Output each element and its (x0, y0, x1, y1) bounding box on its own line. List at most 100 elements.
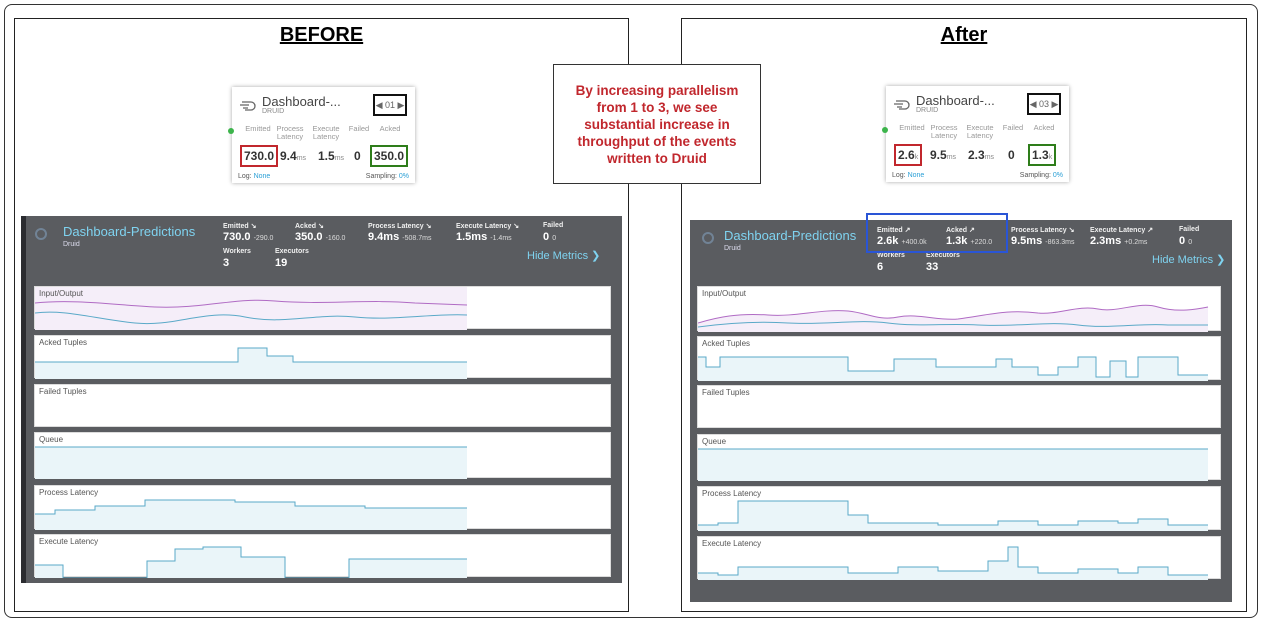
annotation-callout: By increasing parallelism from 1 to 3, w… (553, 64, 761, 184)
chart-label: Process Latency (702, 489, 762, 498)
metric-emitted-label: Emitted ↘ (223, 223, 257, 230)
hide-metrics-toggle[interactable]: Hide Metrics ❯ (1152, 253, 1225, 266)
chart-acked-tuples: Acked Tuples (34, 335, 611, 379)
status-dot (882, 127, 888, 133)
metric-emitted-value: 730.0 -290.0 (223, 231, 274, 243)
after-heading: After (940, 24, 988, 46)
card-columns: Emitted Process Latency Execute Latency … (238, 125, 409, 145)
chart-label: Queue (39, 435, 64, 444)
dashboard-subtitle: Druid (724, 245, 741, 252)
metric-process-latency-value: 9.4ms -508.7ms (368, 231, 432, 243)
chart-label: Input/Output (702, 289, 747, 298)
metric-execute-latency-label: Execute Latency ↗ (1090, 227, 1154, 234)
chart-queue: Queue (34, 432, 611, 479)
component-icon (702, 232, 714, 244)
dashboard-title[interactable]: Dashboard-Predictions (63, 224, 195, 239)
before-component-card[interactable]: Dashboard-... DRUID ◀ 01 ▶ Emitted Proce… (228, 87, 415, 183)
card-values: 2.6k 9.5ms 2.3ms 0 1.3k (892, 144, 1063, 166)
card-columns: Emitted Process Latency Execute Latency … (892, 124, 1063, 144)
instance-pager[interactable]: ◀ 01 ▶ (373, 94, 407, 116)
dashboard-title[interactable]: Dashboard-Predictions (724, 228, 856, 243)
chart-label: Execute Latency (702, 539, 762, 548)
workers-value: 6 (877, 261, 884, 273)
before-dashboard: Dashboard-Predictions Druid Emitted ↘ 73… (21, 216, 622, 583)
executors-label: Executors (926, 252, 960, 259)
metric-execute-latency-label: Execute Latency ↘ (456, 223, 520, 230)
card-title: Dashboard-... (262, 94, 341, 109)
metric-execute-latency-value: 2.3ms +0.2ms (1090, 235, 1148, 247)
workers-value: 3 (223, 257, 230, 269)
failed-value: 0 (1008, 148, 1015, 162)
execute-latency-value: 1.5ms (318, 149, 345, 163)
chart-label: Process Latency (39, 488, 99, 497)
dashboard-subtitle: Druid (63, 241, 80, 248)
chart-label: Acked Tuples (39, 338, 88, 347)
metric-failed-label: Failed (1179, 226, 1200, 233)
metric-process-latency-value: 9.5ms -863.3ms (1011, 235, 1075, 247)
acked-value: 1.3k (1028, 144, 1057, 166)
emitted-value: 730.0 (240, 145, 279, 167)
card-values: 730.0 9.4ms 1.5ms 0 350.0 (238, 145, 409, 167)
col-acked: Acked (379, 124, 401, 133)
sampling-link[interactable]: 0% (1053, 172, 1063, 179)
workers-label: Workers (223, 248, 251, 255)
chart-label: Failed Tuples (39, 387, 87, 396)
chart-label: Acked Tuples (702, 339, 751, 348)
druid-icon (240, 101, 256, 111)
hide-metrics-toggle[interactable]: Hide Metrics ❯ (527, 249, 600, 262)
metric-execute-latency-value: 1.5ms -1.4ms (456, 231, 512, 243)
workers-label: Workers (877, 252, 905, 259)
process-latency-value: 9.4ms (280, 149, 307, 163)
chart-input-output: Input/Output (34, 286, 611, 330)
chart-acked-tuples: Acked Tuples (697, 336, 1221, 381)
before-panel: BEFORE Dashboard-... DRUID ◀ 01 ▶ Emitte… (14, 18, 629, 612)
chart-queue: Queue (697, 434, 1221, 481)
metric-process-latency-label: Process Latency ↘ (368, 223, 432, 230)
metric-process-latency-label: Process Latency ↘ (1011, 227, 1075, 234)
executors-label: Executors (275, 248, 309, 255)
col-execute-latency: Execute Latency (312, 124, 340, 141)
col-acked: Acked (1033, 123, 1055, 132)
chart-process-latency: Process Latency (697, 486, 1221, 531)
process-latency-value: 9.5ms (930, 148, 957, 162)
card-subtitle: DRUID (916, 107, 939, 114)
status-dot (228, 128, 234, 134)
druid-icon (894, 100, 910, 110)
chart-input-output: Input/Output (697, 286, 1221, 332)
col-execute-latency: Execute Latency (966, 123, 994, 140)
after-component-card[interactable]: Dashboard-... DRUID ◀ 03 ▶ Emitted Proce… (882, 86, 1069, 182)
emitted-acked-highlight (866, 213, 1008, 253)
log-link[interactable]: None (908, 172, 925, 179)
sampling-link[interactable]: 0% (399, 173, 409, 180)
col-process-latency: Process Latency (930, 123, 958, 140)
metric-failed-label: Failed (543, 222, 564, 229)
chart-failed-tuples: Failed Tuples (697, 385, 1221, 428)
chart-failed-tuples: Failed Tuples (34, 384, 611, 427)
col-failed: Failed (1002, 123, 1024, 132)
card-subtitle: DRUID (262, 108, 285, 115)
instance-pager[interactable]: ◀ 03 ▶ (1027, 93, 1061, 115)
before-heading: BEFORE (279, 24, 364, 46)
metric-acked-label: Acked ↘ (295, 223, 324, 230)
metric-failed-value: 0 0 (1179, 235, 1193, 247)
card-footer: Log: None Sampling: 0% (892, 172, 1063, 179)
component-icon (35, 228, 47, 240)
chart-label: Failed Tuples (702, 388, 750, 397)
col-failed: Failed (348, 124, 370, 133)
chart-process-latency: Process Latency (34, 485, 611, 530)
chart-execute-latency: Execute Latency (697, 536, 1221, 580)
chart-execute-latency: Execute Latency (34, 534, 611, 578)
col-emitted: Emitted (245, 124, 271, 133)
execute-latency-value: 2.3ms (968, 148, 995, 162)
after-dashboard: Dashboard-Predictions Druid Emitted ↗ 2.… (690, 220, 1232, 602)
card-title: Dashboard-... (916, 93, 995, 108)
executors-value: 33 (926, 261, 939, 273)
metric-failed-value: 0 0 (543, 231, 557, 243)
col-process-latency: Process Latency (276, 124, 304, 141)
chart-label: Execute Latency (39, 537, 99, 546)
failed-value: 0 (354, 149, 361, 163)
col-emitted: Emitted (899, 123, 925, 132)
metric-acked-value: 350.0 -160.0 (295, 231, 346, 243)
chart-label: Input/Output (39, 289, 84, 298)
log-link[interactable]: None (254, 173, 271, 180)
